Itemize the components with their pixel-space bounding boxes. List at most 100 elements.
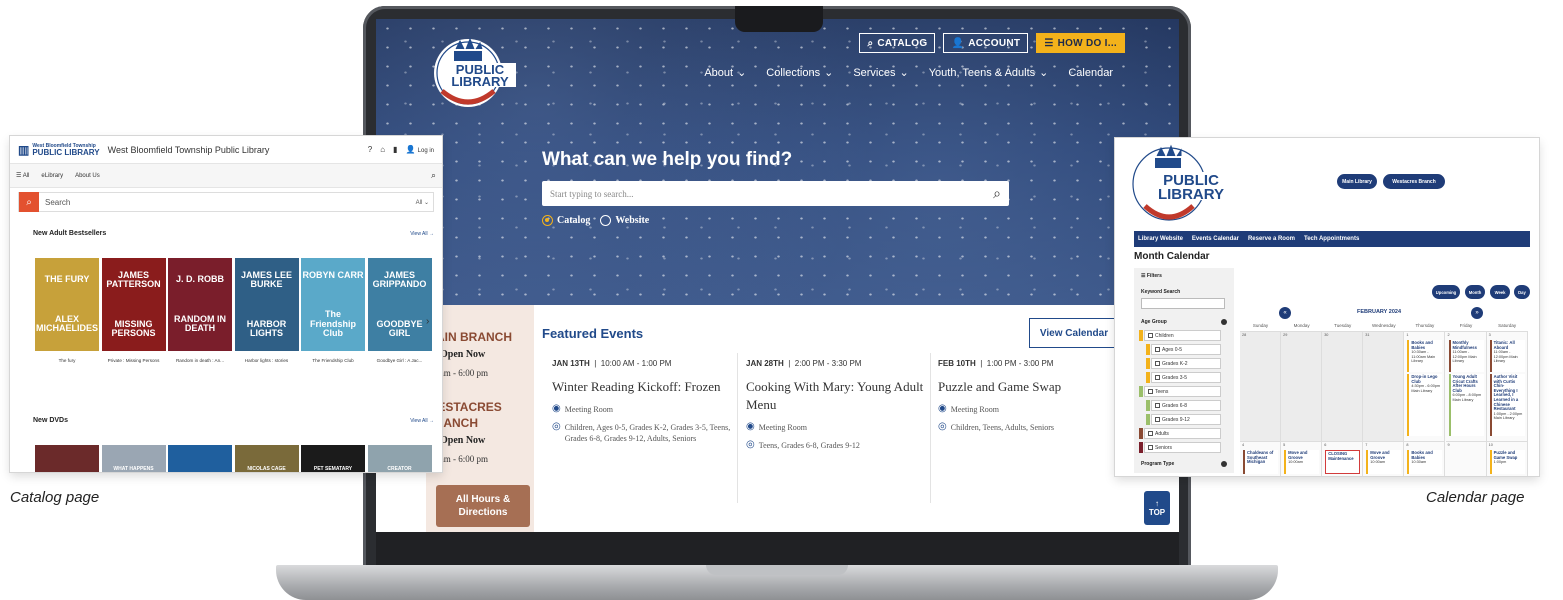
view-week-button[interactable]: Week <box>1490 285 1510 299</box>
book-title[interactable]: Private : Missing Persons <box>102 358 166 364</box>
dvd-cover[interactable]: NICOLAS CAGE <box>234 445 299 472</box>
age-group-checkbox[interactable]: Teens <box>1144 386 1221 397</box>
age-group-checkbox[interactable]: Grades K-2 <box>1151 358 1221 369</box>
nav-youth-teens-adults[interactable]: Youth, Teens & Adults ⌄ <box>929 66 1049 80</box>
dvd-cover[interactable]: PET SEMATARY <box>301 445 365 472</box>
back-to-top-button[interactable]: ↑ TOP <box>1144 491 1170 525</box>
book-title[interactable]: Goodbye Girl : A Jac... <box>368 358 432 364</box>
hero-search-input[interactable]: Start typing to search... ⌕ <box>542 181 1009 206</box>
all-hours-directions-button[interactable]: All Hours & Directions <box>436 485 530 527</box>
nav-services[interactable]: Services ⌄ <box>853 66 908 80</box>
radio-catalog-dot[interactable] <box>542 215 553 226</box>
checkbox-icon[interactable] <box>1155 417 1160 422</box>
checkbox-icon[interactable] <box>1148 445 1153 450</box>
event-card[interactable]: JAN 13TH | 10:00 AM - 1:00 PM Winter Rea… <box>552 359 732 451</box>
nav-events-calendar[interactable]: Events Calendar <box>1192 236 1239 242</box>
nav-collections[interactable]: Collections ⌄ <box>766 66 833 80</box>
search-scope-select[interactable]: All ⌄ <box>416 199 433 206</box>
library-logo[interactable]: PUBLIC LIBRARY <box>1129 144 1239 224</box>
day-cell[interactable]: 29 <box>1281 332 1323 442</box>
calendar-event[interactable]: Move and Groove 10:00am <box>1284 450 1320 474</box>
dvd-cover[interactable]: WHAT HAPPENS <box>101 445 166 472</box>
calendar-event[interactable]: Chaldeans of Southeast Michigan <box>1243 450 1279 474</box>
age-group-checkbox[interactable]: Grades 9-12 <box>1151 414 1221 425</box>
day-cell[interactable]: 9 <box>1446 442 1487 476</box>
event-title[interactable]: Cooking With Mary: Young Adult Menu <box>746 378 926 414</box>
view-day-button[interactable]: Day <box>1514 285 1530 299</box>
account-button[interactable]: 👤 ACCOUNT <box>943 33 1029 53</box>
book-cover[interactable]: J. D. ROBB RANDOM IN DEATH <box>168 258 232 351</box>
checkbox-icon[interactable] <box>1155 347 1160 352</box>
login-link[interactable]: 👤 Log in <box>405 145 434 154</box>
view-all-link[interactable]: View All → <box>410 231 434 237</box>
age-group-checkbox[interactable]: Children <box>1144 330 1221 341</box>
calendar-event[interactable]: Drop-in Lego Club 4:30pm - 6:00pm Main Li… <box>1407 374 1443 436</box>
book-title[interactable]: The Friendship Club <box>301 358 365 364</box>
age-group-checkbox[interactable]: Grades 3-5 <box>1151 372 1221 383</box>
day-cell[interactable]: 28 <box>1240 332 1282 442</box>
catalog-button[interactable]: ⌕ CATALOG <box>859 33 936 53</box>
event-card[interactable]: FEB 10TH | 1:00 PM - 3:00 PM Puzzle and … <box>938 359 1118 440</box>
bookmark-icon[interactable]: ▮ <box>393 145 397 154</box>
calendar-event[interactable]: Monthly Mindfulness 11:00am - 12:00pm Mai… <box>1448 340 1484 372</box>
calendar-event[interactable]: Titanic: All Aboard 11:00am - 12:00pm Mai… <box>1489 340 1525 372</box>
collapse-icon[interactable] <box>1221 461 1227 467</box>
book-cover[interactable]: THE FURY ALEX MICHAELIDES <box>35 258 99 351</box>
checkbox-icon[interactable] <box>1148 333 1153 338</box>
event-title[interactable]: Puzzle and Game Swap <box>938 378 1118 396</box>
library-logo[interactable]: PUBLIC LIBRARY <box>428 31 524 111</box>
prev-month-button[interactable]: « <box>1279 307 1291 319</box>
radio-website[interactable]: Website <box>600 215 649 226</box>
calendar-event[interactable]: Author Visit with Curtis Chin- Everythin… <box>1489 374 1525 436</box>
next-month-button[interactable]: » <box>1471 307 1483 319</box>
nav-calendar[interactable]: Calendar <box>1068 66 1113 79</box>
catalog-logo[interactable]: ▥ West Bloomfield Township PUBLIC LIBRARY <box>18 143 100 157</box>
main-library-button[interactable]: Main Library <box>1337 174 1377 189</box>
age-group-checkbox[interactable]: Adults <box>1144 428 1221 439</box>
view-upcoming-button[interactable]: Upcoming <box>1432 285 1460 299</box>
checkbox-icon[interactable] <box>1155 375 1160 380</box>
subnav-all[interactable]: ☰ All <box>16 172 29 179</box>
nav-library-website[interactable]: Library Website <box>1138 236 1183 242</box>
search-icon[interactable]: ⌕ <box>993 185 1001 202</box>
age-group-checkbox[interactable]: Seniors <box>1144 442 1221 453</box>
checkbox-icon[interactable] <box>1148 431 1153 436</box>
dvd-cover[interactable] <box>168 445 232 472</box>
checkbox-icon[interactable] <box>1148 389 1153 394</box>
search-icon[interactable]: ⌕ <box>431 170 436 181</box>
catalog-search-input[interactable]: ⌕ Search All ⌄ <box>18 192 434 212</box>
book-cover[interactable]: ROBYN CARR The Friendship Club <box>301 258 365 351</box>
book-cover[interactable]: JAMES GRIPPANDO GOODBYE GIRL <box>367 258 432 351</box>
book-cover[interactable]: JAMES PATTERSON MISSING PERSONS <box>101 258 166 351</box>
book-title[interactable]: The fury <box>35 358 99 364</box>
nav-tech-appointments[interactable]: Tech Appointments <box>1304 236 1359 242</box>
chevron-right-icon[interactable]: › <box>426 316 429 327</box>
library-icon[interactable]: ⌂ <box>380 145 385 154</box>
radio-catalog[interactable]: Catalog <box>542 215 590 226</box>
book-title[interactable]: Harbor lights : stories <box>235 358 299 364</box>
view-calendar-button[interactable]: View Calendar <box>1029 318 1119 348</box>
dvd-cover[interactable] <box>35 445 99 472</box>
view-month-button[interactable]: Month <box>1465 285 1485 299</box>
day-cell[interactable]: 30 <box>1322 332 1364 442</box>
age-group-checkbox[interactable]: Grades 6-8 <box>1151 400 1221 411</box>
help-icon[interactable]: ? <box>368 145 372 154</box>
book-cover[interactable]: JAMES LEE BURKE HARBOR LIGHTS <box>234 258 299 351</box>
nav-about[interactable]: About ⌄ <box>704 66 746 80</box>
keyword-search-input[interactable] <box>1141 298 1225 309</box>
day-cell[interactable]: 31 <box>1363 332 1405 442</box>
checkbox-icon[interactable] <box>1155 403 1160 408</box>
checkbox-icon[interactable] <box>1155 361 1160 366</box>
radio-website-dot[interactable] <box>600 215 612 226</box>
subnav-elibrary[interactable]: eLibrary <box>41 173 63 179</box>
dvd-cover[interactable]: CREATOR <box>367 445 432 472</box>
book-title[interactable]: Random in death : An... <box>168 358 232 364</box>
event-card[interactable]: JAN 28TH | 2:00 PM - 3:30 PM Cooking Wit… <box>746 359 926 458</box>
nav-reserve-room[interactable]: Reserve a Room <box>1248 236 1295 242</box>
calendar-event[interactable]: Books and Babies 10:30am - 11:00am Main L… <box>1407 340 1443 372</box>
event-title[interactable]: Winter Reading Kickoff: Frozen <box>552 378 732 396</box>
collapse-icon[interactable] <box>1221 319 1227 325</box>
calendar-event[interactable]: Young Adult Cricut Crafts After Hours Cl… <box>1448 374 1484 436</box>
westacres-branch-button[interactable]: Westacres Branch <box>1383 174 1445 189</box>
calendar-event[interactable]: CLOSING Maintenance <box>1325 450 1361 474</box>
